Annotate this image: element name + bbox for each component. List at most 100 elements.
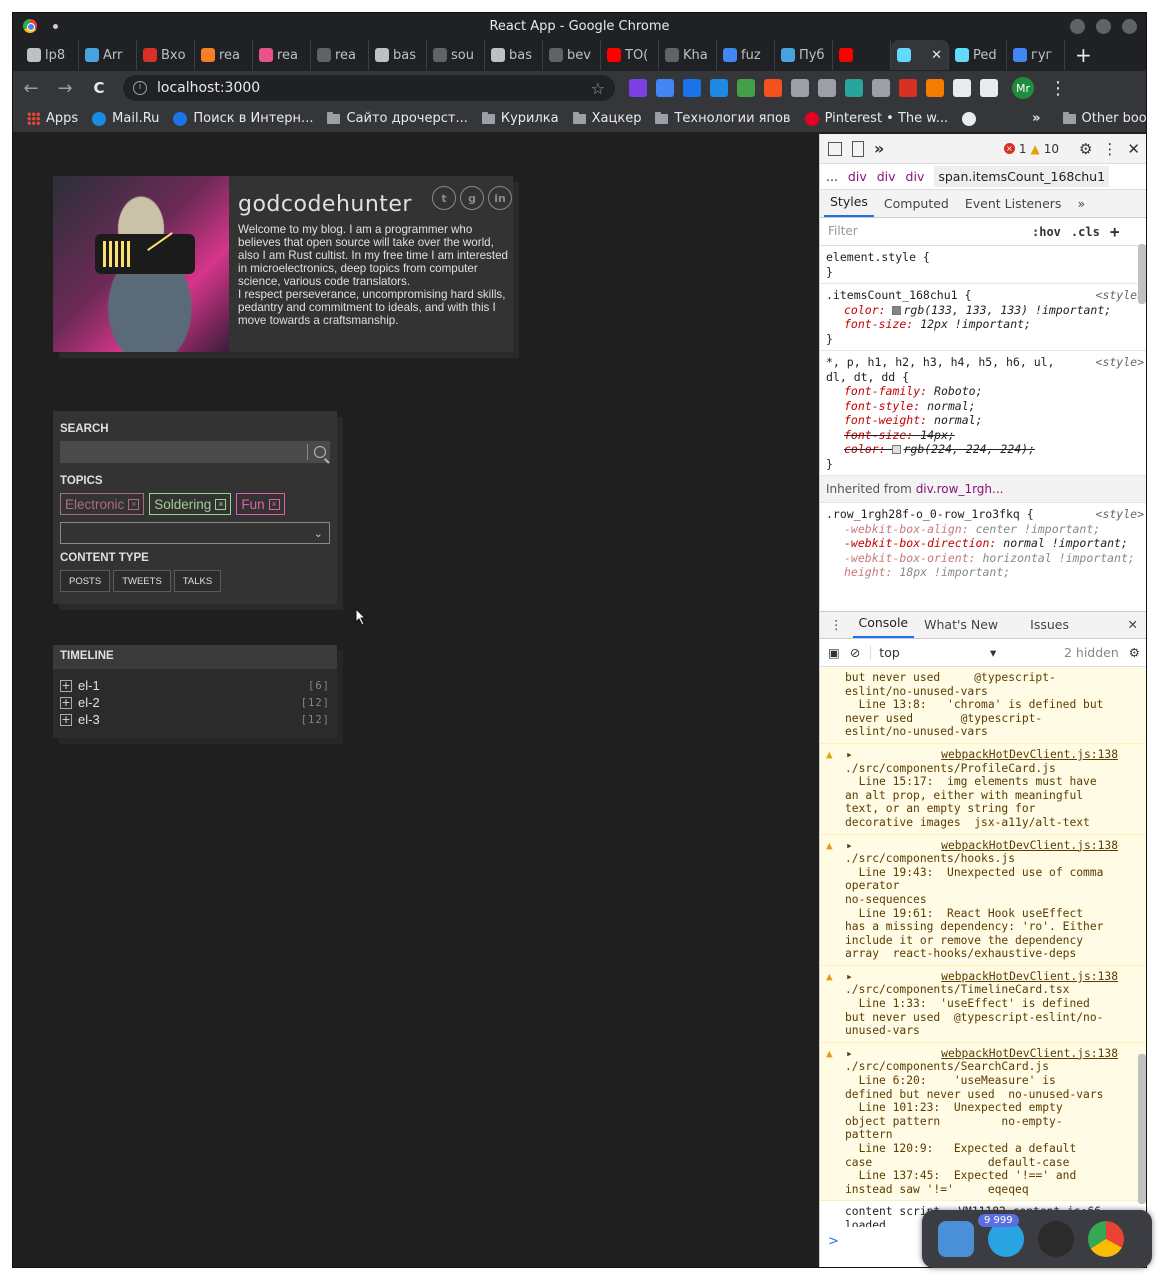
drawer-tab[interactable]: Issues [1024,617,1075,638]
remove-topic-icon[interactable]: × [268,498,280,510]
hidden-count[interactable]: 2 hidden [1064,645,1119,660]
breadcrumb-item[interactable]: ... [826,169,838,184]
browser-tab[interactable] [833,40,891,70]
expand-triangle-icon[interactable]: ▸ [846,970,853,984]
reload-icon[interactable]: C [89,79,109,97]
breadcrumb-item[interactable]: span.itemsCount_168chu1 [934,166,1110,187]
browser-tab[interactable]: lp8 [21,40,79,70]
browser-tab[interactable]: rea [311,40,369,70]
settings-gear-icon[interactable]: ⚙ [1079,140,1092,158]
breadcrumb-item[interactable]: div [848,169,867,184]
console-warning[interactable]: ▲ ▸ webpackHotDevClient.js:138 ./src/compon… [820,834,1146,966]
bookmark-item[interactable]: Курилка [481,111,559,126]
expand-triangle-icon[interactable]: ▸ [846,1047,853,1061]
topic-chip[interactable]: Soldering × [149,493,232,515]
close-tab-icon[interactable]: ✕ [931,48,942,63]
console-warning[interactable]: but never used @typescript- eslint/no-un… [820,667,1146,744]
address-bar[interactable]: i localhost:3000 ☆ [123,75,615,101]
styles-subtab[interactable]: Styles [824,194,874,217]
source-link[interactable]: webpackHotDevClient.js:138 [845,1047,1142,1061]
source-link[interactable]: webpackHotDevClient.js:138 [845,970,1142,984]
close-window-button[interactable] [1122,19,1137,34]
cls-toggle[interactable]: .cls [1071,225,1100,239]
extension-icon[interactable] [872,79,890,97]
styles-scrollbar[interactable] [1138,244,1146,304]
extension-icon[interactable] [656,79,674,97]
forward-icon[interactable]: → [55,78,75,99]
drawer-tab[interactable]: Console [852,615,915,638]
timeline-row[interactable]: + el-2 [12] [53,694,337,711]
new-tab-button[interactable]: + [1075,43,1092,67]
style-rule[interactable]: element.style { } [820,246,1146,284]
color-swatch-icon[interactable] [892,305,902,315]
close-drawer-icon[interactable]: ✕ [1122,617,1144,638]
style-rule[interactable]: <style> .itemsCount_168chu1 { color: rgb… [820,284,1146,351]
browser-tab[interactable]: Arr [79,40,137,70]
linkedin-icon[interactable]: in [488,186,512,210]
styles-subtab[interactable]: » [1071,196,1091,217]
bookmark-item[interactable]: Mail.Ru [92,111,159,126]
extension-icon[interactable] [926,79,944,97]
styles-subtab[interactable]: Event Listeners [959,196,1068,217]
browser-tab[interactable]: sou [427,40,485,70]
minimize-button[interactable] [1070,19,1085,34]
browser-tab[interactable]: fuz [717,40,775,70]
breadcrumb-item[interactable]: div [906,169,925,184]
steam-app-icon[interactable] [1038,1221,1074,1257]
bookmark-star-icon[interactable]: ☆ [591,79,605,98]
extension-icon[interactable] [629,79,647,97]
color-swatch-icon[interactable] [892,445,902,454]
bookmark-item[interactable]: Технологии япов [655,111,791,126]
extension-icon[interactable] [710,79,728,97]
timeline-row[interactable]: + el-1 [6] [53,677,337,694]
console-warning[interactable]: ▲ ▸ webpackHotDevClient.js:138 ./src/compon… [820,743,1146,835]
rule-source-link[interactable]: <style> [1096,507,1144,522]
extension-icon[interactable] [980,79,998,97]
topic-select[interactable]: ⌄ [60,522,330,544]
github-icon[interactable]: g [460,186,484,210]
error-count[interactable]: 1 [1019,142,1027,156]
more-panels-button[interactable]: » [874,139,884,158]
expand-triangle-icon[interactable]: ▸ [846,748,853,762]
files-app-icon[interactable] [938,1221,974,1257]
warning-count[interactable]: 10 [1044,142,1059,156]
remove-topic-icon[interactable]: × [128,498,140,510]
other-bookmarks[interactable]: Other bookmarks [1062,111,1146,126]
drawer-tab[interactable]: What's New [918,617,1004,638]
browser-tab[interactable]: Kha [659,40,717,70]
site-info-icon[interactable]: i [133,81,147,95]
console-settings-icon[interactable]: ⚙ [1129,645,1140,660]
browser-tab[interactable]: гуг [1007,40,1065,70]
extension-icon[interactable] [764,79,782,97]
twitter-icon[interactable]: t [432,186,456,210]
console-warning[interactable]: ▲ ▸ webpackHotDevClient.js:138 ./src/compon… [820,1042,1146,1202]
devtools-menu-icon[interactable]: ⋮ [1102,140,1117,158]
browser-tab[interactable]: bev [543,40,601,70]
styles-subtab[interactable]: Computed [878,196,955,217]
extension-icon[interactable] [683,79,701,97]
console-scrollbar[interactable] [1138,1054,1146,1204]
expand-plus-icon[interactable]: + [60,696,72,709]
extension-icon[interactable] [953,79,971,97]
inspect-element-icon[interactable] [828,141,842,156]
search-icon[interactable] [314,446,326,458]
expand-triangle-icon[interactable]: ▸ [846,839,853,853]
extension-icon[interactable] [737,79,755,97]
topic-chip[interactable]: Electronic × [60,493,145,515]
browser-tab[interactable]: bas [485,40,543,70]
bookmark-item[interactable]: Хацкер [572,111,641,126]
bookmark-item[interactable]: Сайто дрочерст... [327,111,468,126]
content-type-button-posts[interactable]: POSTS [60,570,111,592]
extension-icon[interactable] [818,79,836,97]
inherited-from-link[interactable]: div.row_1rgh... [916,482,1004,496]
profile-avatar[interactable]: Mr [1012,77,1034,99]
topic-chip[interactable]: Fun × [236,493,285,515]
console-prompt[interactable]: > [828,1234,839,1249]
extension-icon[interactable] [899,79,917,97]
browser-tab[interactable]: Вхо [137,40,195,70]
source-link[interactable]: webpackHotDevClient.js:138 [845,748,1142,762]
drawer-menu-icon[interactable]: ⋮ [824,617,849,638]
bookmark-item[interactable]: Pinterest • The w... [804,111,948,126]
new-rule-button[interactable]: + [1110,222,1120,241]
browser-tab[interactable]: Пуб [775,40,833,70]
